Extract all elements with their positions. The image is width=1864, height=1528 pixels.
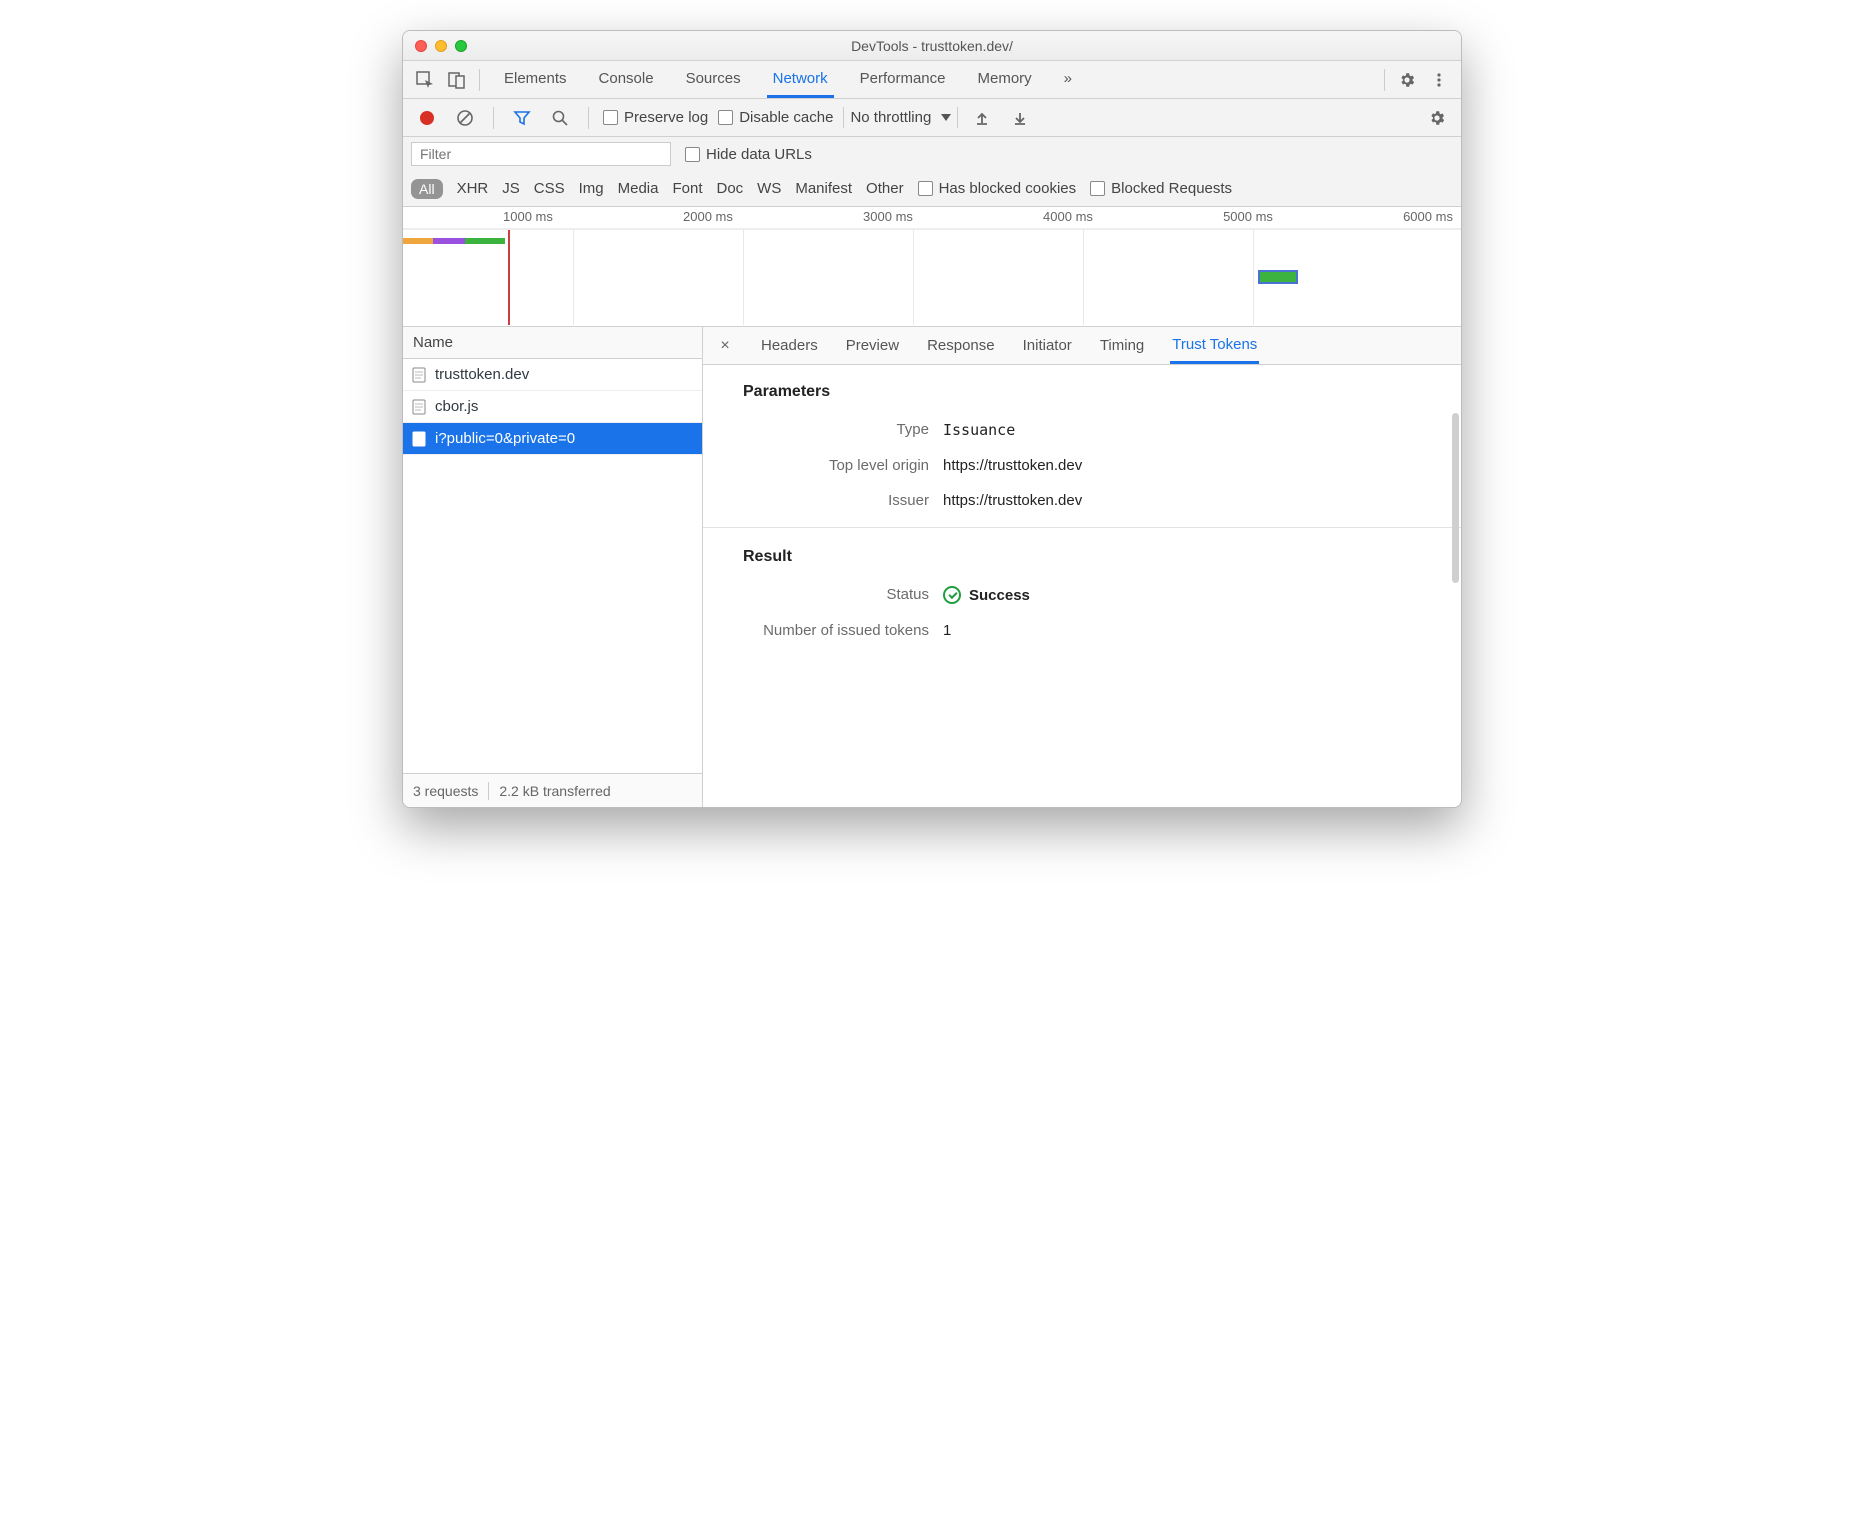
hide-data-urls-checkbox[interactable]: Hide data URLs xyxy=(685,146,812,163)
filter-type-all[interactable]: All xyxy=(411,179,443,199)
requests-footer: 3 requests 2.2 kB transferred xyxy=(403,773,702,807)
request-row[interactable]: cbor.js xyxy=(403,391,702,423)
request-row[interactable]: trusttoken.dev xyxy=(403,359,702,391)
clear-icon[interactable] xyxy=(451,104,479,132)
detail-panel: × Headers Preview Response Initiator Tim… xyxy=(703,327,1461,807)
requests-header[interactable]: Name xyxy=(403,327,702,359)
preserve-log-label: Preserve log xyxy=(624,109,708,126)
download-har-icon[interactable] xyxy=(1006,104,1034,132)
request-list: trusttoken.dev cbor.js i?public=0&privat… xyxy=(403,359,702,773)
disable-cache-checkbox[interactable]: Disable cache xyxy=(718,109,833,126)
tab-elements[interactable]: Elements xyxy=(498,62,573,98)
titlebar: DevTools - trusttoken.dev/ xyxy=(403,31,1461,61)
param-row-issuer: Issuer https://trusttoken.dev xyxy=(743,492,1437,509)
filter-type-font[interactable]: Font xyxy=(672,180,702,197)
devtools-window: DevTools - trusttoken.dev/ Elements Cons… xyxy=(402,30,1462,808)
chevron-down-icon xyxy=(941,114,951,121)
preserve-log-checkbox[interactable]: Preserve log xyxy=(603,109,708,126)
param-issuer-value: https://trusttoken.dev xyxy=(943,492,1082,509)
close-icon[interactable]: × xyxy=(715,337,735,355)
window-title: DevTools - trusttoken.dev/ xyxy=(403,38,1461,54)
device-toolbar-icon[interactable] xyxy=(443,66,471,94)
blocked-requests-checkbox[interactable]: Blocked Requests xyxy=(1090,180,1232,197)
success-icon xyxy=(943,586,961,604)
filter-types-row: All XHR JS CSS Img Media Font Doc WS Man… xyxy=(403,171,1461,207)
param-row-type: Type Issuance xyxy=(743,421,1437,439)
tabs-overflow[interactable]: » xyxy=(1058,62,1078,98)
kebab-menu-icon[interactable] xyxy=(1425,66,1453,94)
filter-toggle-icon[interactable] xyxy=(508,104,536,132)
parameters-title: Parameters xyxy=(743,383,1437,401)
requests-panel: Name trusttoken.dev cbor.js i?public=0&p… xyxy=(403,327,703,807)
record-button[interactable] xyxy=(413,104,441,132)
hide-data-urls-label: Hide data URLs xyxy=(706,146,812,163)
detail-tab-preview[interactable]: Preview xyxy=(844,329,901,362)
filter-type-manifest[interactable]: Manifest xyxy=(795,180,852,197)
throttling-select[interactable]: No throttling xyxy=(843,107,958,128)
requests-transferred: 2.2 kB transferred xyxy=(499,783,610,799)
scrollbar[interactable] xyxy=(1452,413,1459,583)
filter-type-js[interactable]: JS xyxy=(502,180,520,197)
result-row-tokens: Number of issued tokens 1 xyxy=(743,622,1437,639)
main-tabs: Elements Console Sources Network Perform… xyxy=(498,62,1376,98)
settings-icon[interactable] xyxy=(1393,66,1421,94)
filter-type-img[interactable]: Img xyxy=(579,180,604,197)
detail-tab-trust-tokens[interactable]: Trust Tokens xyxy=(1170,328,1259,364)
filter-type-css[interactable]: CSS xyxy=(534,180,565,197)
document-icon xyxy=(411,431,427,447)
filter-type-xhr[interactable]: XHR xyxy=(457,180,489,197)
detail-tab-response[interactable]: Response xyxy=(925,329,997,362)
detail-tab-timing[interactable]: Timing xyxy=(1098,329,1146,362)
throttling-label: No throttling xyxy=(850,109,931,126)
filter-type-other[interactable]: Other xyxy=(866,180,904,197)
request-name: trusttoken.dev xyxy=(435,366,529,383)
tab-network[interactable]: Network xyxy=(767,62,834,98)
tab-sources[interactable]: Sources xyxy=(680,62,747,98)
detail-body: Parameters Type Issuance Top level origi… xyxy=(703,365,1461,807)
filter-type-ws[interactable]: WS xyxy=(757,180,781,197)
request-row[interactable]: i?public=0&private=0 xyxy=(403,423,702,455)
filter-type-doc[interactable]: Doc xyxy=(716,180,743,197)
param-row-origin: Top level origin https://trusttoken.dev xyxy=(743,457,1437,474)
detail-tabs: × Headers Preview Response Initiator Tim… xyxy=(703,327,1461,365)
disable-cache-label: Disable cache xyxy=(739,109,833,126)
tab-memory[interactable]: Memory xyxy=(972,62,1038,98)
detail-tab-initiator[interactable]: Initiator xyxy=(1021,329,1074,362)
filter-row: Hide data URLs xyxy=(403,137,1461,171)
timeline-labels: 1000 ms 2000 ms 3000 ms 4000 ms 5000 ms … xyxy=(403,207,1461,229)
param-origin-value: https://trusttoken.dev xyxy=(943,457,1082,474)
requests-count: 3 requests xyxy=(413,783,478,799)
timeline-overview[interactable]: 1000 ms 2000 ms 3000 ms 4000 ms 5000 ms … xyxy=(403,207,1461,327)
result-row-status: Status Success xyxy=(743,586,1437,604)
timeline-late-event xyxy=(1258,270,1298,284)
upload-har-icon[interactable] xyxy=(968,104,996,132)
request-name: cbor.js xyxy=(435,398,478,415)
filter-input[interactable] xyxy=(411,142,671,166)
tab-console[interactable]: Console xyxy=(593,62,660,98)
document-icon xyxy=(411,367,427,383)
result-tokens-value: 1 xyxy=(943,622,951,639)
document-icon xyxy=(411,399,427,415)
search-icon[interactable] xyxy=(546,104,574,132)
inspect-icon[interactable] xyxy=(411,66,439,94)
filter-type-media[interactable]: Media xyxy=(618,180,659,197)
result-status-value: Success xyxy=(943,586,1030,604)
result-title: Result xyxy=(743,548,1437,566)
network-settings-icon[interactable] xyxy=(1423,104,1451,132)
param-type-value: Issuance xyxy=(943,421,1015,439)
main-split: Name trusttoken.dev cbor.js i?public=0&p… xyxy=(403,327,1461,807)
has-blocked-cookies-checkbox[interactable]: Has blocked cookies xyxy=(918,180,1077,197)
request-name: i?public=0&private=0 xyxy=(435,430,575,447)
network-toolbar: Preserve log Disable cache No throttling xyxy=(403,99,1461,137)
main-tabs-row: Elements Console Sources Network Perform… xyxy=(403,61,1461,99)
detail-tab-headers[interactable]: Headers xyxy=(759,329,820,362)
tab-performance[interactable]: Performance xyxy=(854,62,952,98)
